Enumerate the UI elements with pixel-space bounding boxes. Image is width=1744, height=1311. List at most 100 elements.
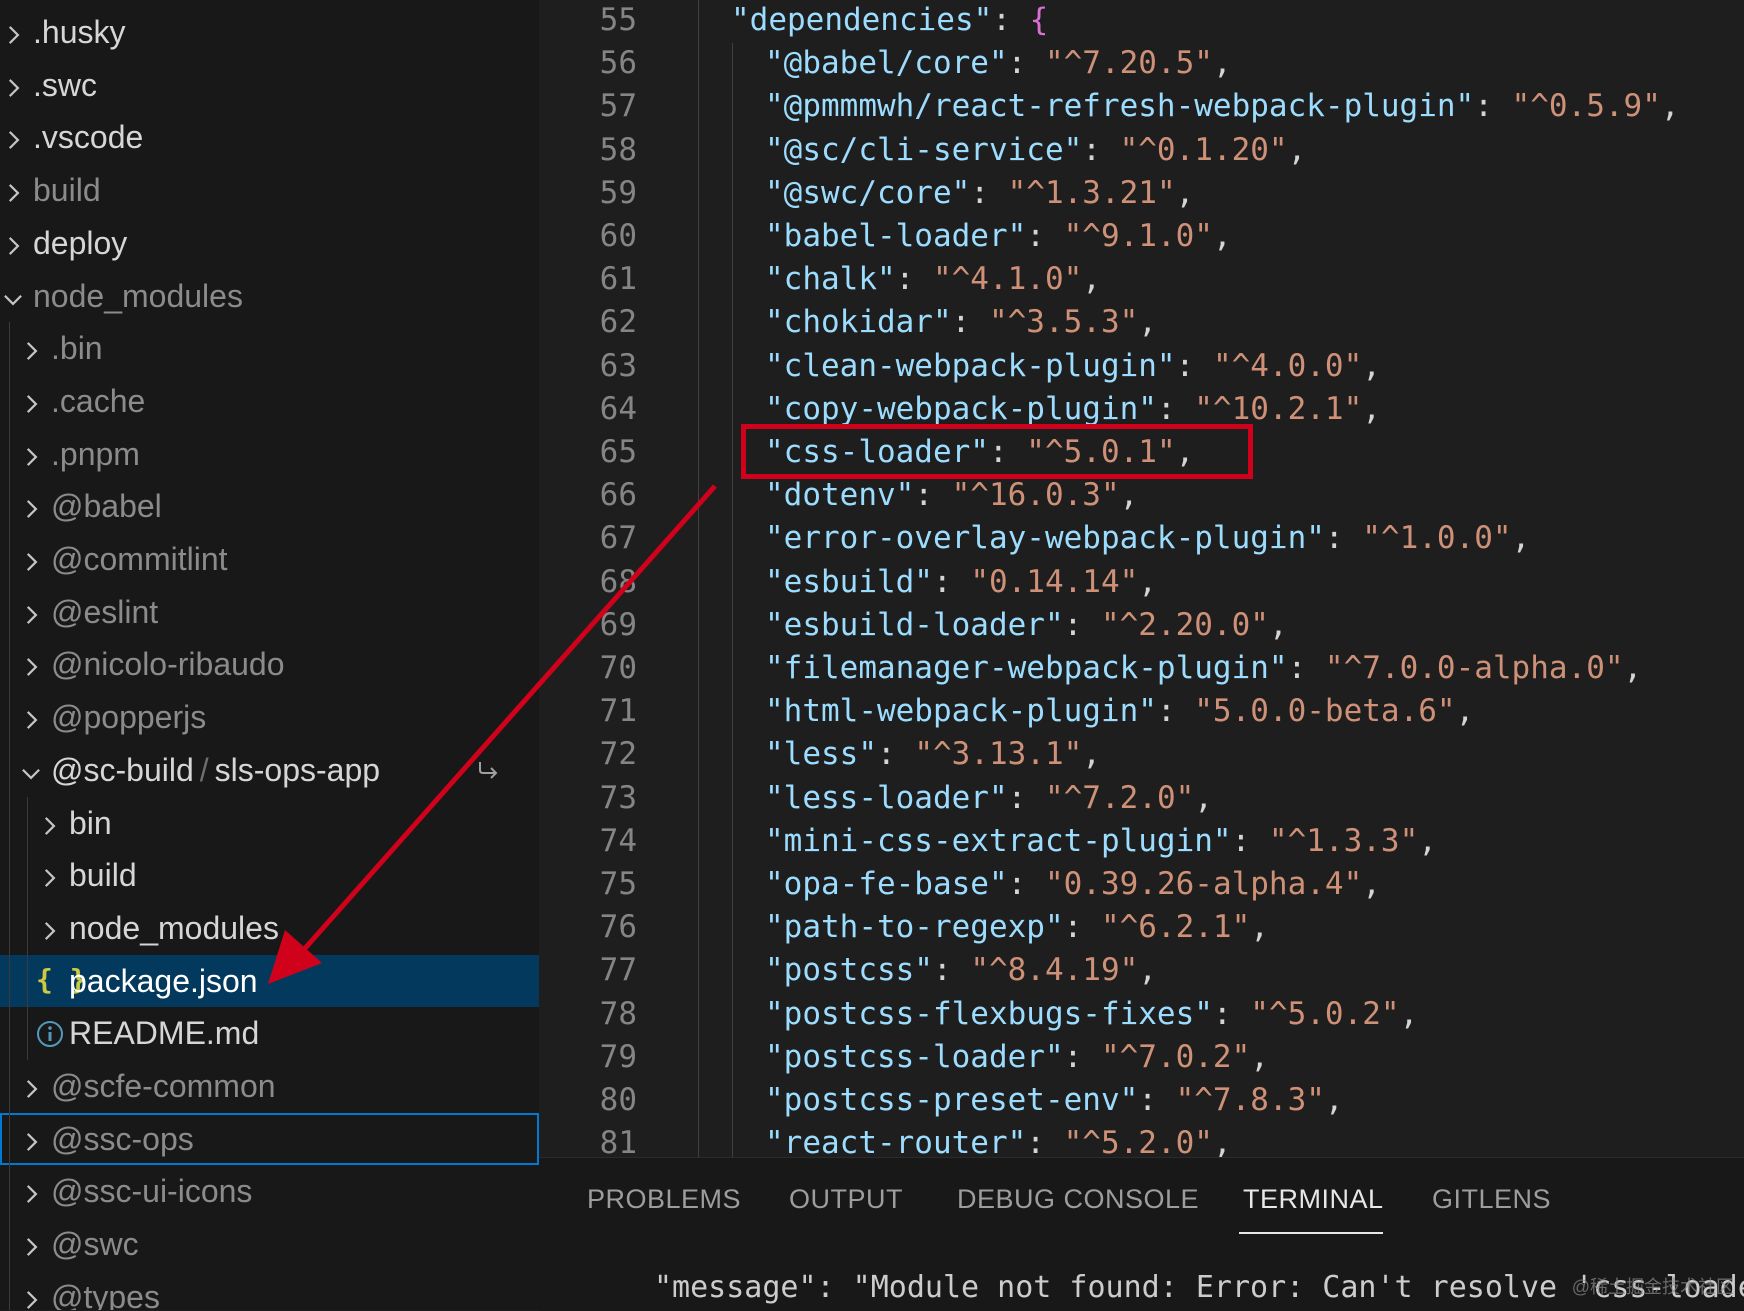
tree-item[interactable]: @scfe-common xyxy=(0,1060,539,1112)
json-value: "^7.8.3" xyxy=(1175,1082,1325,1118)
json-key: "clean-webpack-plugin" xyxy=(765,347,1176,384)
tree-item[interactable]: node_modules xyxy=(0,270,539,322)
tree-item[interactable]: @ssc-ui-icons xyxy=(0,1165,539,1217)
json-value: "^1.0.0" xyxy=(1362,520,1512,557)
chevron-right-icon[interactable] xyxy=(18,441,44,467)
code-line[interactable]: 77 "postcss": "^8.4.19", xyxy=(539,950,1744,993)
chevron-right-icon[interactable] xyxy=(18,1126,44,1152)
json-comma: , xyxy=(1250,1038,1269,1075)
tree-item-label: build xyxy=(69,857,137,894)
chevron-right-icon[interactable] xyxy=(18,1231,44,1257)
tree-item[interactable]: bin xyxy=(0,797,539,849)
code-line[interactable]: 56 "@babel/core": "^7.20.5", xyxy=(539,43,1744,86)
tree-item[interactable]: .bin xyxy=(0,322,539,374)
chevron-right-icon[interactable] xyxy=(36,810,62,836)
chevron-right-icon[interactable] xyxy=(18,493,44,519)
json-colon: : xyxy=(992,2,1030,38)
code-line[interactable]: 73 "less-loader": "^7.2.0", xyxy=(539,778,1744,821)
chevron-right-icon[interactable] xyxy=(18,546,44,572)
tree-item[interactable]: { } package.json xyxy=(0,954,539,1007)
json-colon: : xyxy=(1007,779,1045,816)
json-comma: , xyxy=(1287,131,1307,168)
tree-item[interactable]: @eslint xyxy=(0,586,539,638)
code-line[interactable]: 66 "dotenv": "^16.0.3", xyxy=(539,475,1744,518)
code-line[interactable]: 57 "@pmmmwh/react-refresh-webpack-plugin"… xyxy=(539,86,1744,129)
code-line[interactable]: 63 "clean-webpack-plugin": "^4.0.0", xyxy=(539,346,1744,389)
chevron-right-icon[interactable] xyxy=(18,1178,44,1204)
code-line[interactable]: 55 "dependencies": { xyxy=(539,0,1744,43)
code-line[interactable]: 61 "chalk": "^4.1.0", xyxy=(539,259,1744,302)
tree-item[interactable]: @ssc-ops xyxy=(0,1112,539,1165)
chevron-right-icon[interactable] xyxy=(18,1284,44,1310)
tree-item[interactable]: .swc xyxy=(0,59,539,111)
code-line[interactable]: 71 "html-webpack-plugin": "5.0.0-beta.6", xyxy=(539,691,1744,734)
code-line[interactable]: 79 "postcss-loader": "^7.0.2", xyxy=(539,1037,1744,1080)
code-line[interactable]: 68 "esbuild": "0.14.14", xyxy=(539,562,1744,605)
code-line[interactable]: 62 "chokidar": "^3.5.3", xyxy=(539,302,1744,345)
code-line[interactable]: 69 "esbuild-loader": "^2.20.0", xyxy=(539,605,1744,648)
tree-item[interactable]: deploy xyxy=(0,217,539,269)
tab-output[interactable]: OUTPUT xyxy=(789,1184,903,1215)
chevron-right-icon[interactable] xyxy=(18,651,44,677)
tree-item[interactable]: @sc-build / sls-ops-app xyxy=(0,744,539,796)
tree-item[interactable]: build xyxy=(0,164,539,216)
code-text: "esbuild": "0.14.14", xyxy=(765,564,1157,600)
chevron-right-icon[interactable] xyxy=(0,124,26,150)
code-line[interactable]: 75 "opa-fe-base": "0.39.26-alpha.4", xyxy=(539,864,1744,907)
tree-item[interactable]: .vscode xyxy=(0,111,539,163)
tree-item[interactable]: @nicolo-ribaudo xyxy=(0,638,539,690)
tree-item[interactable]: .pnpm xyxy=(0,428,539,480)
chevron-right-icon[interactable] xyxy=(18,335,44,361)
chevron-right-icon[interactable] xyxy=(18,1073,44,1099)
tree-item[interactable]: .cache xyxy=(0,375,539,427)
json-key: "@babel/core" xyxy=(765,45,1008,82)
tab-debug-console[interactable]: DEBUG CONSOLE xyxy=(957,1184,1199,1215)
tree-item[interactable]: @babel xyxy=(0,480,539,532)
code-line[interactable]: 76 "path-to-regexp": "^6.2.1", xyxy=(539,907,1744,950)
chevron-right-icon[interactable] xyxy=(36,862,62,888)
tree-item[interactable]: @commitlint xyxy=(0,533,539,585)
json-colon: : xyxy=(970,174,1008,211)
code-text: "path-to-regexp": "^6.2.1", xyxy=(765,909,1269,945)
json-value: "^0.5.9" xyxy=(1511,88,1661,125)
tree-item[interactable]: .husky xyxy=(0,6,539,58)
code-line[interactable]: 59 "@swc/core": "^1.3.21", xyxy=(539,173,1744,216)
tab-terminal[interactable]: TERMINAL xyxy=(1243,1184,1384,1215)
code-editor[interactable]: 55 "dependencies": {56 "@babel/core": "^7.… xyxy=(539,0,1744,1157)
code-text: "postcss-loader": "^7.0.2", xyxy=(765,1039,1269,1075)
json-comma: , xyxy=(1138,952,1157,989)
json-key: "babel-loader" xyxy=(765,218,1027,254)
chevron-right-icon[interactable] xyxy=(0,19,26,45)
code-line[interactable]: 78 "postcss-flexbugs-fixes": "^5.0.2", xyxy=(539,994,1744,1037)
tab-gitlens[interactable]: GITLENS xyxy=(1432,1184,1551,1215)
chevron-right-icon[interactable] xyxy=(18,388,44,414)
code-line[interactable]: 67 "error-overlay-webpack-plugin": "^1.0.… xyxy=(539,518,1744,561)
chevron-right-icon[interactable] xyxy=(0,177,26,203)
json-colon: : xyxy=(1063,1038,1101,1075)
tree-item[interactable]: node_modules xyxy=(0,902,539,954)
tree-item[interactable]: @popperjs xyxy=(0,691,539,743)
code-line[interactable]: 74 "mini-css-extract-plugin": "^1.3.3", xyxy=(539,821,1744,864)
json-value: "^8.4.19" xyxy=(970,952,1139,989)
json-key: "mini-css-extract-plugin" xyxy=(765,822,1232,859)
chevron-right-icon[interactable] xyxy=(18,599,44,625)
code-line[interactable]: 70 "filemanager-webpack-plugin": "^7.0.0-… xyxy=(539,648,1744,691)
chevron-right-icon[interactable] xyxy=(0,230,26,256)
code-line[interactable]: 58 "@sc/cli-service": "^0.1.20", xyxy=(539,130,1744,173)
chevron-down-icon[interactable] xyxy=(0,283,26,309)
code-line[interactable]: 60 "babel-loader": "^9.1.0", xyxy=(539,216,1744,259)
code-line[interactable]: 72 "less": "^3.13.1", xyxy=(539,734,1744,777)
chevron-right-icon[interactable] xyxy=(18,704,44,730)
code-text: "postcss-preset-env": "^7.8.3", xyxy=(765,1082,1344,1118)
tree-item[interactable]: build xyxy=(0,849,539,901)
tree-item[interactable]: README.md xyxy=(0,1007,539,1059)
chevron-right-icon[interactable] xyxy=(36,915,62,941)
tree-item[interactable]: @types xyxy=(0,1271,539,1310)
tab-problems[interactable]: PROBLEMS xyxy=(587,1184,741,1215)
chevron-down-icon[interactable] xyxy=(18,757,44,783)
chevron-right-icon[interactable] xyxy=(0,72,26,98)
tree-item[interactable]: @swc xyxy=(0,1218,539,1270)
code-line[interactable]: 80 "postcss-preset-env": "^7.8.3", xyxy=(539,1080,1744,1123)
file-explorer: .husky .swc .vscode build deploy node_modules… xyxy=(0,0,539,1310)
code-line[interactable]: 81 "react-router": "^5.2.0", xyxy=(539,1123,1744,1157)
